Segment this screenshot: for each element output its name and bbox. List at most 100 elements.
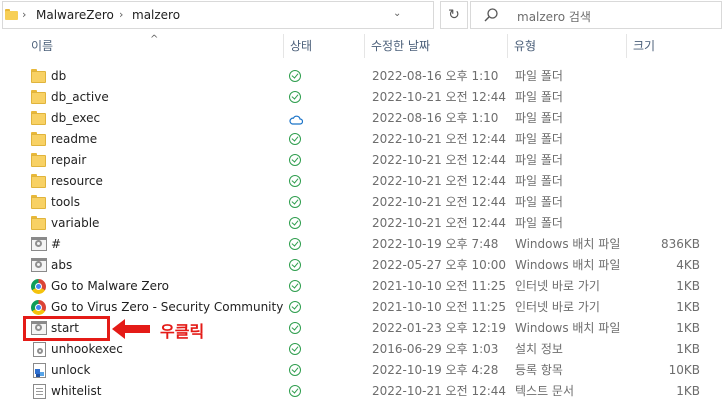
file-date: 2022-10-21 오전 12:44 xyxy=(372,195,507,209)
file-type: Windows 배치 파일 xyxy=(515,258,621,272)
file-row[interactable]: unhookexec 2016-06-29 오후 1:03 설치 정보 1KB xyxy=(0,339,722,360)
file-row[interactable]: db 2022-08-16 오후 1:10 파일 폴더 xyxy=(0,66,722,87)
file-name: readme xyxy=(51,132,98,146)
file-row[interactable]: #2022-10-19 오후 7:48 Windows 배치 파일 836KB xyxy=(0,234,722,255)
file-size: 4KB xyxy=(676,258,700,272)
file-type: 파일 폴더 xyxy=(515,69,563,83)
chevron-right-icon[interactable]: › xyxy=(22,8,26,21)
file-date: 2021-10-10 오전 11:25 xyxy=(372,300,507,314)
file-date: 2022-10-21 오전 12:44 xyxy=(372,132,507,146)
file-name: unhookexec xyxy=(51,342,123,356)
sync-ok-icon xyxy=(289,196,301,208)
file-type: Windows 배치 파일 xyxy=(515,321,621,335)
file-name: unlock xyxy=(51,363,91,377)
refresh-button[interactable]: ↻ xyxy=(440,1,468,29)
folder-icon xyxy=(31,90,47,105)
batch-file-icon xyxy=(31,258,47,272)
file-row[interactable]: Go to Virus Zero - Security Community 202… xyxy=(0,297,722,318)
breadcrumb-item-malwarezero[interactable]: MalwareZero xyxy=(36,8,114,22)
file-row[interactable]: db_active 2022-10-21 오전 12:44 파일 폴더 xyxy=(0,87,722,108)
file-date: 2016-06-29 오후 1:03 xyxy=(372,342,499,356)
sync-ok-icon xyxy=(289,364,301,376)
breadcrumb-item-malzero[interactable]: malzero xyxy=(132,8,180,22)
folder-icon xyxy=(5,9,18,20)
sync-ok-icon xyxy=(289,259,301,271)
internet-shortcut-icon xyxy=(31,279,46,294)
file-row[interactable]: unlock 2022-10-19 오후 4:28 등록 항목 10KB xyxy=(0,360,722,381)
sync-ok-icon xyxy=(289,175,301,187)
sync-ok-icon xyxy=(289,133,301,145)
annotation-label: 우클릭 xyxy=(160,322,205,341)
file-type: 설치 정보 xyxy=(515,342,563,356)
file-row[interactable]: tools 2022-10-21 오전 12:44 파일 폴더 xyxy=(0,192,722,213)
sync-ok-icon xyxy=(289,322,301,334)
file-date: 2022-10-19 오후 7:48 xyxy=(372,237,499,251)
cloud-icon xyxy=(289,112,304,125)
file-type: 파일 폴더 xyxy=(515,132,563,146)
file-row[interactable]: db_exec 2022-08-16 오후 1:10 파일 폴더 xyxy=(0,108,722,129)
file-type: 인터넷 바로 가기 xyxy=(515,279,600,293)
folder-icon xyxy=(31,216,47,231)
column-header-type[interactable]: 유형 xyxy=(508,32,626,60)
file-row[interactable]: repair 2022-10-21 오전 12:44 파일 폴더 xyxy=(0,150,722,171)
folder-icon xyxy=(31,132,47,147)
file-name: whitelist xyxy=(51,384,102,398)
file-type: 파일 폴더 xyxy=(515,111,563,125)
file-size: 1KB xyxy=(676,342,700,356)
file-date: 2022-10-21 오전 12:44 xyxy=(372,174,507,188)
file-row[interactable]: Go to Malware Zero 2021-10-10 오전 11:25 인터넷… xyxy=(0,276,722,297)
address-bar[interactable]: › MalwareZero › malzero ⌄ xyxy=(2,1,434,29)
sync-ok-icon xyxy=(289,217,301,229)
file-name: repair xyxy=(51,153,87,167)
file-type: 인터넷 바로 가기 xyxy=(515,300,600,314)
file-name: db_active xyxy=(51,90,109,104)
column-header-status[interactable]: 상태 xyxy=(284,32,364,60)
file-row[interactable]: whitelist 2022-10-21 오전 12:44 텍스트 문서 1KB xyxy=(0,381,722,402)
file-date: 2022-10-21 오전 12:44 xyxy=(372,216,507,230)
file-size: 1KB xyxy=(676,279,700,293)
file-date: 2022-01-23 오후 12:19 xyxy=(372,321,507,335)
highlight-box xyxy=(23,316,110,341)
search-box[interactable]: malzero 검색 xyxy=(470,1,722,29)
column-header-date[interactable]: 수정한 날짜 xyxy=(365,32,507,60)
file-type: Windows 배치 파일 xyxy=(515,237,621,251)
column-header-size[interactable]: 크기 xyxy=(627,32,717,60)
folder-icon xyxy=(31,153,47,168)
file-date: 2022-05-27 오후 10:00 xyxy=(372,258,507,272)
file-name: tools xyxy=(51,195,80,209)
search-input[interactable]: malzero 검색 xyxy=(517,8,591,25)
file-row[interactable]: abs 2022-05-27 오후 10:00 Windows 배치 파일 4KB xyxy=(0,255,722,276)
file-name: db xyxy=(51,69,67,83)
file-type: 등록 항목 xyxy=(515,363,563,377)
file-type: 파일 폴더 xyxy=(515,90,563,104)
file-name: abs xyxy=(51,258,73,272)
sync-ok-icon xyxy=(289,70,301,82)
file-row[interactable]: resource 2022-10-21 오전 12:44 파일 폴더 xyxy=(0,171,722,192)
address-bar-area: › MalwareZero › malzero ⌄ ↻ malzero 검색 xyxy=(0,0,722,32)
folder-icon xyxy=(31,69,47,84)
file-type: 텍스트 문서 xyxy=(515,384,575,398)
chevron-down-icon[interactable]: ⌄ xyxy=(393,8,401,19)
file-date: 2022-08-16 오후 1:10 xyxy=(372,69,499,83)
file-name: variable xyxy=(51,216,100,230)
file-date: 2022-08-16 오후 1:10 xyxy=(372,111,499,125)
internet-shortcut-icon xyxy=(31,300,46,315)
file-size: 10KB xyxy=(668,363,700,377)
file-name: Go to Malware Zero xyxy=(51,279,170,293)
arrow-left-icon xyxy=(112,319,150,339)
file-size: 1KB xyxy=(676,384,700,398)
file-date: 2021-10-10 오전 11:25 xyxy=(372,279,507,293)
file-row[interactable]: variable 2022-10-21 오전 12:44 파일 폴더 xyxy=(0,213,722,234)
file-name: resource xyxy=(51,174,103,188)
chevron-right-icon[interactable]: › xyxy=(119,8,123,21)
file-date: 2022-10-21 오전 12:44 xyxy=(372,384,507,398)
sync-ok-icon xyxy=(289,280,301,292)
sync-ok-icon xyxy=(289,301,301,313)
sort-ascending-icon: ^ xyxy=(150,34,159,45)
search-icon xyxy=(484,8,498,22)
file-row[interactable]: readme 2022-10-21 오전 12:44 파일 폴더 xyxy=(0,129,722,150)
sync-ok-icon xyxy=(289,91,301,103)
file-date: 2022-10-21 오전 12:44 xyxy=(372,90,507,104)
file-type: 파일 폴더 xyxy=(515,216,563,230)
file-name: Go to Virus Zero - Security Community xyxy=(51,300,284,314)
